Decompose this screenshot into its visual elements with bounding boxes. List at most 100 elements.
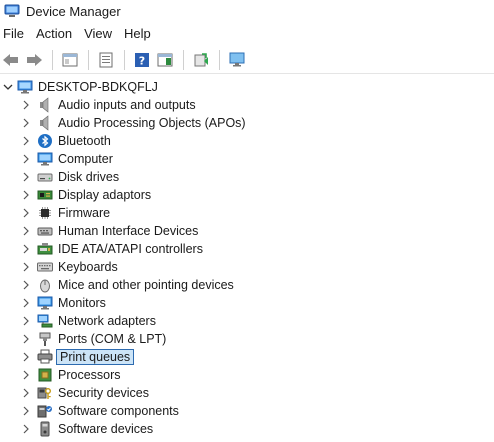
tree-item-display-adaptors[interactable]: Display adaptors [0, 186, 494, 204]
chevron-right-icon[interactable] [21, 168, 31, 186]
tree-item-firmware[interactable]: Firmware [0, 204, 494, 222]
chevron-right-icon[interactable] [21, 420, 31, 438]
tree-item-print-queues[interactable]: Print queues [0, 348, 494, 366]
tree-item-label: Display adaptors [58, 188, 152, 202]
menu-action[interactable]: Action [30, 23, 78, 45]
tree-item-software-components[interactable]: Software components [0, 402, 494, 420]
tree-item-label: Computer [58, 152, 113, 166]
menu-file[interactable]: File [0, 23, 30, 45]
menu-view[interactable]: View [78, 23, 118, 45]
device-manager-app-icon [4, 3, 20, 19]
tree-item-security-devices[interactable]: Security devices [0, 384, 494, 402]
tree-item-keyboards[interactable]: Keyboards [0, 258, 494, 276]
tree-item-monitors[interactable]: Monitors [0, 294, 494, 312]
network-adapter-icon [37, 313, 53, 329]
toolbar-separator [183, 49, 184, 70]
toolbar-separator [219, 49, 220, 70]
window-title: Device Manager [26, 3, 121, 19]
tree-item-label: Ports (COM & LPT) [58, 332, 167, 346]
tree-item-label: Human Interface Devices [58, 224, 199, 238]
tree-item-audio-processing-objects-apos[interactable]: Audio Processing Objects (APOs) [0, 114, 494, 132]
computer-icon [17, 79, 33, 95]
chevron-right-icon[interactable] [21, 312, 31, 330]
chevron-right-icon[interactable] [21, 186, 31, 204]
toolbar-separator [124, 49, 125, 70]
tree-item-software-devices[interactable]: Software devices [0, 420, 494, 438]
tree-item-label: IDE ATA/ATAPI controllers [58, 242, 203, 256]
chevron-right-icon[interactable] [21, 402, 31, 420]
tree-root-node[interactable]: DESKTOP-BDKQFLJ [0, 78, 494, 96]
software-device-icon [37, 421, 53, 437]
tree-item-label: Disk drives [58, 170, 120, 184]
security-icon [37, 385, 53, 401]
tree-item-network-adapters[interactable]: Network adapters [0, 312, 494, 330]
tree-item-label: Software components [58, 404, 179, 418]
chevron-right-icon[interactable] [21, 384, 31, 402]
chevron-right-icon[interactable] [21, 222, 31, 240]
help-icon[interactable]: ? [131, 49, 153, 71]
speaker-icon [37, 115, 53, 131]
ide-controller-icon [37, 241, 53, 257]
device-tree: DESKTOP-BDKQFLJ Audio inputs and outputs A… [0, 76, 494, 442]
tree-item-human-interface-devices[interactable]: Human Interface Devices [0, 222, 494, 240]
chevron-right-icon[interactable] [21, 276, 31, 294]
tree-item-label: DESKTOP-BDKQFLJ [38, 80, 158, 94]
port-icon [37, 331, 53, 347]
chevron-right-icon[interactable] [21, 114, 31, 132]
tree-item-label: Keyboards [58, 260, 118, 274]
software-component-icon [37, 403, 53, 419]
toolbar-separator [88, 49, 89, 70]
chevron-right-icon[interactable] [21, 366, 31, 384]
forward-arrow-icon[interactable] [23, 49, 45, 71]
action-pane-icon[interactable] [154, 49, 176, 71]
tree-item-label: Audio Processing Objects (APOs) [58, 116, 246, 130]
tree-item-label: Monitors [58, 296, 106, 310]
tree-item-disk-drives[interactable]: Disk drives [0, 168, 494, 186]
title-bar: Device Manager [0, 0, 494, 22]
chevron-right-icon[interactable] [21, 294, 31, 312]
chevron-right-icon[interactable] [21, 96, 31, 114]
tree-item-processors[interactable]: Processors [0, 366, 494, 384]
update-driver-icon[interactable] [190, 49, 212, 71]
printer-icon [37, 349, 53, 365]
tree-item-label: Mice and other pointing devices [58, 278, 234, 292]
mouse-icon [37, 277, 53, 293]
speaker-icon [37, 97, 53, 113]
keyboard-icon [37, 259, 53, 275]
tree-item-ports-com-lpt[interactable]: Ports (COM & LPT) [0, 330, 494, 348]
tree-item-ide-ata-atapi-controllers[interactable]: IDE ATA/ATAPI controllers [0, 240, 494, 258]
back-arrow-icon[interactable] [0, 49, 22, 71]
tree-item-label: Processors [58, 368, 121, 382]
display-adapter-icon [37, 187, 53, 203]
chevron-right-icon[interactable] [21, 150, 31, 168]
chevron-right-icon[interactable] [21, 204, 31, 222]
chevron-right-icon[interactable] [21, 240, 31, 258]
tree-item-computer[interactable]: Computer [0, 150, 494, 168]
scan-hardware-icon[interactable] [226, 49, 248, 71]
svg-text:?: ? [139, 54, 145, 67]
tree-item-label: Firmware [58, 206, 111, 220]
show-hide-tree-icon[interactable] [59, 49, 81, 71]
tree-item-label: Audio inputs and outputs [58, 98, 196, 112]
bluetooth-icon [37, 133, 53, 149]
tree-item-mice-and-other-pointing-devices[interactable]: Mice and other pointing devices [0, 276, 494, 294]
menu-bar: File Action View Help [0, 23, 494, 45]
toolbar: ? [0, 46, 494, 74]
disk-drive-icon [37, 169, 53, 185]
menu-help[interactable]: Help [118, 23, 157, 45]
chevron-right-icon[interactable] [21, 330, 31, 348]
processor-icon [37, 367, 53, 383]
tree-item-audio-inputs-and-outputs[interactable]: Audio inputs and outputs [0, 96, 494, 114]
chip-icon [37, 205, 53, 221]
chevron-right-icon[interactable] [21, 258, 31, 276]
toolbar-separator [52, 49, 53, 70]
properties-icon[interactable] [95, 49, 117, 71]
chevron-down-icon[interactable] [3, 78, 13, 96]
chevron-right-icon[interactable] [21, 348, 31, 366]
monitor-icon [37, 151, 53, 167]
hid-icon [37, 223, 53, 239]
tree-item-bluetooth[interactable]: Bluetooth [0, 132, 494, 150]
tree-item-label: Print queues [56, 349, 135, 365]
tree-item-label: Bluetooth [58, 134, 111, 148]
chevron-right-icon[interactable] [21, 132, 31, 150]
